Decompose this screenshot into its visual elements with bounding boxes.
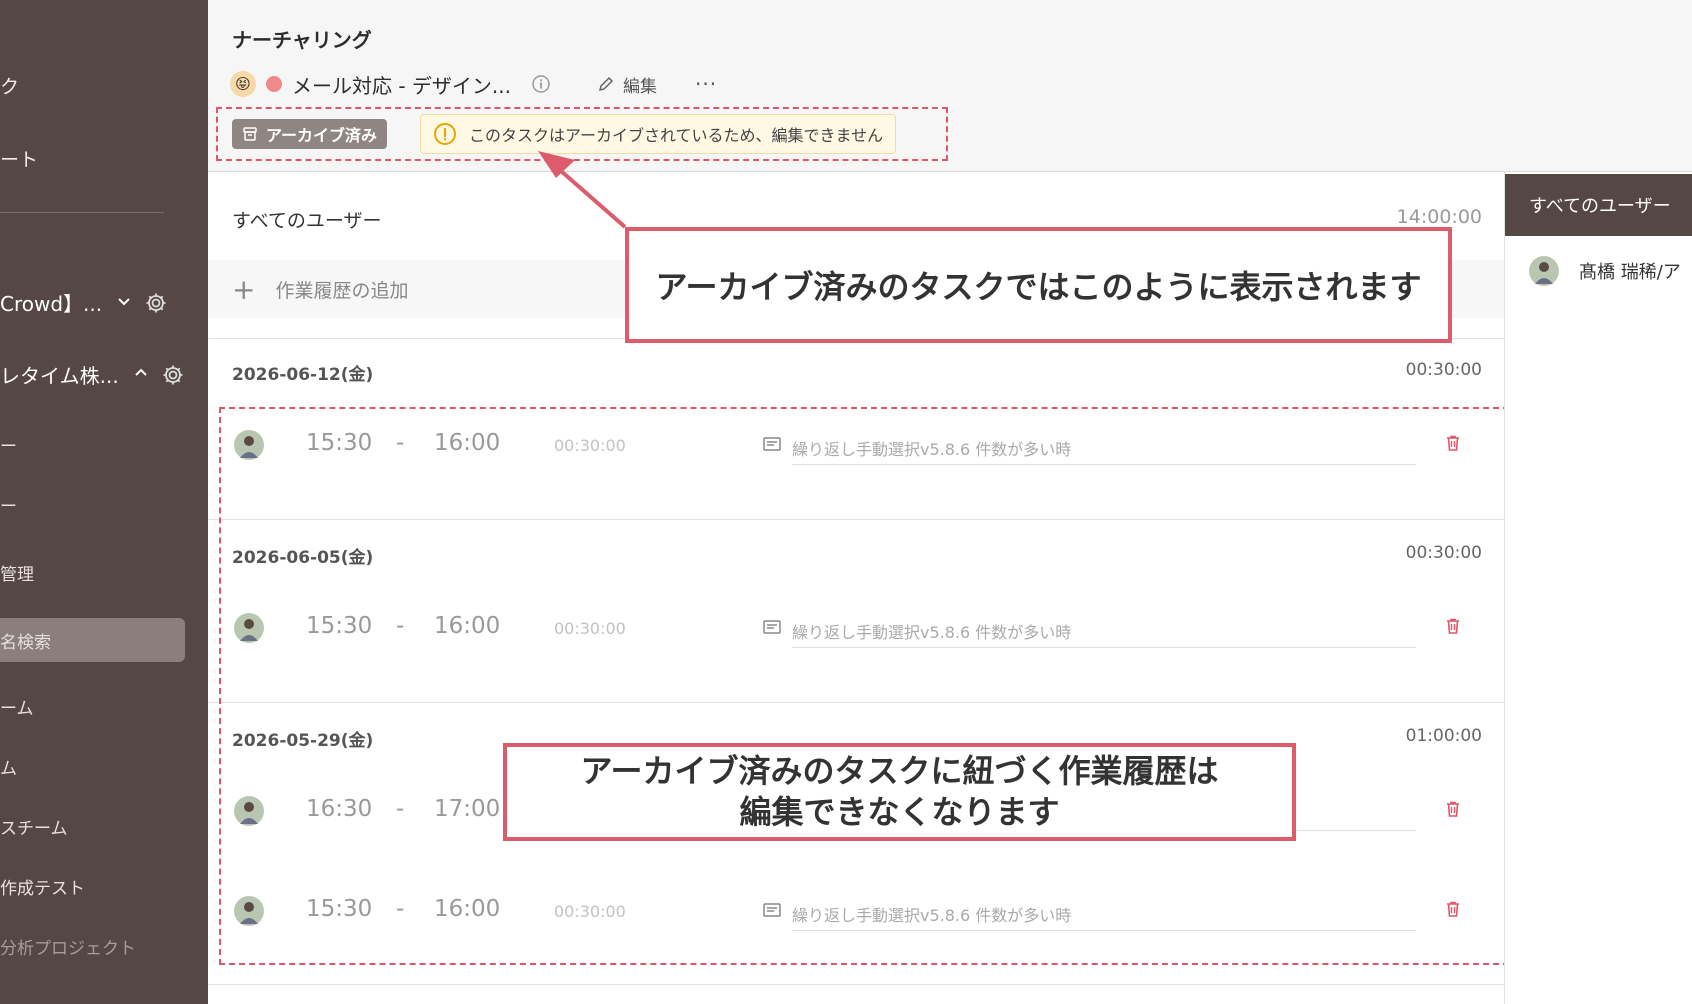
divider	[208, 984, 1504, 985]
archive-icon	[243, 127, 257, 141]
sidebar-sub-item[interactable]: 分析プロジェクト	[0, 934, 136, 959]
date-total: 00:30:00	[1405, 360, 1482, 380]
archive-highlight-box: アーカイブ済み このタスクはアーカイブされているため、編集できません	[216, 107, 948, 161]
sidebar-sub-item[interactable]: 作成テスト	[0, 874, 85, 899]
chevron-down-icon[interactable]	[116, 293, 132, 313]
user-panel-header[interactable]: すべてのユーザー	[1505, 174, 1692, 236]
chevron-up-icon[interactable]	[133, 365, 149, 385]
task-emoji-icon: 😝	[230, 71, 256, 97]
info-icon[interactable]	[531, 74, 551, 94]
more-menu-button[interactable]: ···	[695, 72, 717, 96]
plus-icon: +	[232, 272, 256, 306]
callout-line: 編集できなくなります	[739, 793, 1060, 831]
sidebar-divider	[0, 212, 164, 213]
archive-warning: このタスクはアーカイブされているため、編集できません	[420, 114, 897, 154]
date-group-header: 2026-06-12(金) 00:30:00	[208, 360, 1504, 394]
status-dot	[266, 76, 282, 92]
avatar	[1529, 256, 1559, 286]
archived-badge-label: アーカイブ済み	[266, 126, 378, 145]
task-name: メール対応 - デザイン...	[292, 73, 512, 98]
sidebar-item[interactable]: ート	[0, 145, 38, 172]
user-name: 髙橋 瑞稀/ア	[1579, 262, 1681, 283]
callout-history-locked: アーカイブ済みのタスクに紐づく作業履歴は 編集できなくなります	[503, 743, 1296, 841]
callout-line: アーカイブ済みのタスクに紐づく作業履歴は	[580, 752, 1219, 790]
gear-icon[interactable]	[144, 291, 168, 315]
sidebar-group-label: Crowd】...	[0, 292, 103, 316]
sidebar: ク ート Crowd】... レタイム株... ー ー 管理 名検索 ーム ム …	[0, 0, 208, 1004]
edit-button[interactable]: 編集	[597, 72, 657, 97]
sidebar-item[interactable]: ク	[0, 72, 19, 99]
sidebar-sub-item[interactable]: ム	[0, 754, 17, 779]
add-history-label: 作業履歴の追加	[275, 279, 409, 302]
archived-badge: アーカイブ済み	[232, 119, 388, 149]
user-panel: すべてのユーザー 髙橋 瑞稀/ア	[1504, 172, 1692, 1004]
sidebar-sub-item[interactable]: 管理	[0, 560, 34, 585]
sidebar-sub-item[interactable]: ー	[0, 492, 17, 517]
sidebar-group[interactable]: レタイム株...	[0, 360, 185, 389]
total-time: 14:00:00	[1396, 206, 1482, 228]
users-label: すべてのユーザー	[232, 210, 382, 232]
sidebar-group[interactable]: Crowd】...	[0, 288, 168, 317]
user-row[interactable]: 髙橋 瑞稀/ア	[1529, 256, 1681, 286]
date-label: 2026-06-12(金)	[232, 365, 374, 385]
task-header: ナーチャリング 😝 メール対応 - デザイン... 編集 ··· アーカイブ済み…	[208, 0, 1692, 172]
callout-archived-display: アーカイブ済みのタスクではこのように表示されます	[625, 227, 1452, 343]
sidebar-sub-item[interactable]: ーム	[0, 694, 34, 719]
archive-warning-text: このタスクはアーカイブされているため、編集できません	[469, 126, 884, 145]
page-title: ナーチャリング	[232, 28, 372, 52]
task-row: 😝 メール対応 - デザイン... 編集 ···	[230, 70, 717, 98]
pencil-icon	[598, 76, 614, 92]
entries-highlight-box	[219, 407, 1509, 965]
sidebar-sub-item[interactable]: ー	[0, 432, 17, 457]
warning-info-icon	[434, 123, 456, 145]
edit-label: 編集	[623, 76, 658, 97]
gear-icon[interactable]	[161, 363, 185, 387]
sidebar-sub-item[interactable]: スチーム	[0, 814, 68, 839]
sidebar-group-label: レタイム株...	[0, 364, 119, 388]
sidebar-sub-item[interactable]: 名検索	[0, 628, 51, 653]
